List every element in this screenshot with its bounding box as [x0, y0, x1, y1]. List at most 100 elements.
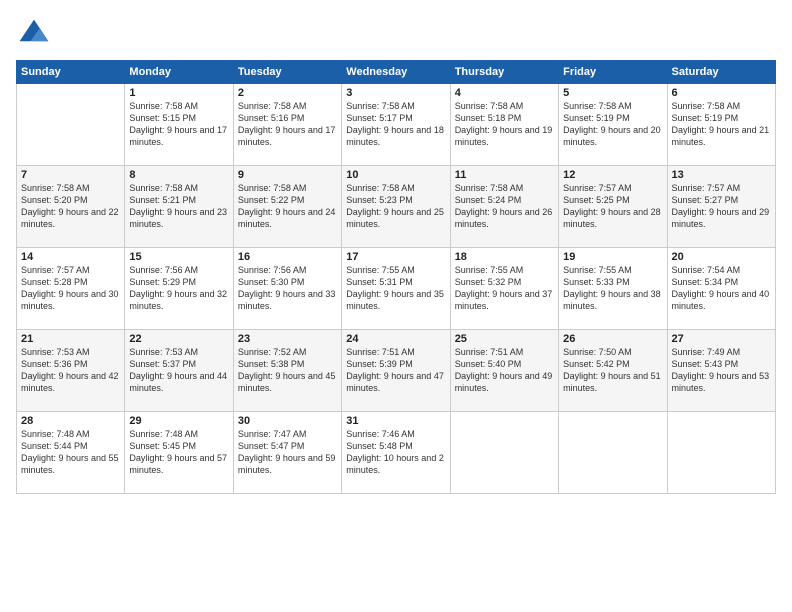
day-info: Sunrise: 7:57 AMSunset: 5:28 PMDaylight:…	[21, 264, 120, 313]
day-info: Sunrise: 7:58 AMSunset: 5:15 PMDaylight:…	[129, 100, 228, 149]
day-number: 28	[21, 415, 120, 427]
day-cell: 30 Sunrise: 7:47 AMSunset: 5:47 PMDaylig…	[233, 412, 341, 494]
day-info: Sunrise: 7:47 AMSunset: 5:47 PMDaylight:…	[238, 428, 337, 477]
day-cell: 10 Sunrise: 7:58 AMSunset: 5:23 PMDaylig…	[342, 166, 450, 248]
weekday-header-sunday: Sunday	[17, 61, 125, 84]
day-number: 22	[129, 333, 228, 345]
day-info: Sunrise: 7:58 AMSunset: 5:18 PMDaylight:…	[455, 100, 554, 149]
day-info: Sunrise: 7:56 AMSunset: 5:30 PMDaylight:…	[238, 264, 337, 313]
calendar-table: SundayMondayTuesdayWednesdayThursdayFrid…	[16, 60, 776, 494]
day-info: Sunrise: 7:57 AMSunset: 5:25 PMDaylight:…	[563, 182, 662, 231]
day-number: 16	[238, 251, 337, 263]
day-info: Sunrise: 7:52 AMSunset: 5:38 PMDaylight:…	[238, 346, 337, 395]
day-info: Sunrise: 7:58 AMSunset: 5:19 PMDaylight:…	[563, 100, 662, 149]
day-number: 29	[129, 415, 228, 427]
day-number: 23	[238, 333, 337, 345]
day-cell: 5 Sunrise: 7:58 AMSunset: 5:19 PMDayligh…	[559, 84, 667, 166]
day-cell: 26 Sunrise: 7:50 AMSunset: 5:42 PMDaylig…	[559, 330, 667, 412]
day-number: 2	[238, 87, 337, 99]
day-number: 10	[346, 169, 445, 181]
week-row-4: 21 Sunrise: 7:53 AMSunset: 5:36 PMDaylig…	[17, 330, 776, 412]
day-cell: 24 Sunrise: 7:51 AMSunset: 5:39 PMDaylig…	[342, 330, 450, 412]
day-info: Sunrise: 7:51 AMSunset: 5:40 PMDaylight:…	[455, 346, 554, 395]
day-number: 24	[346, 333, 445, 345]
day-cell: 1 Sunrise: 7:58 AMSunset: 5:15 PMDayligh…	[125, 84, 233, 166]
day-cell	[17, 84, 125, 166]
day-cell: 12 Sunrise: 7:57 AMSunset: 5:25 PMDaylig…	[559, 166, 667, 248]
day-info: Sunrise: 7:57 AMSunset: 5:27 PMDaylight:…	[672, 182, 771, 231]
weekday-header-wednesday: Wednesday	[342, 61, 450, 84]
day-number: 14	[21, 251, 120, 263]
day-number: 6	[672, 87, 771, 99]
day-info: Sunrise: 7:46 AMSunset: 5:48 PMDaylight:…	[346, 428, 445, 477]
page: SundayMondayTuesdayWednesdayThursdayFrid…	[0, 0, 792, 612]
day-info: Sunrise: 7:58 AMSunset: 5:16 PMDaylight:…	[238, 100, 337, 149]
day-number: 17	[346, 251, 445, 263]
weekday-header-row: SundayMondayTuesdayWednesdayThursdayFrid…	[17, 61, 776, 84]
day-cell: 11 Sunrise: 7:58 AMSunset: 5:24 PMDaylig…	[450, 166, 558, 248]
day-cell: 23 Sunrise: 7:52 AMSunset: 5:38 PMDaylig…	[233, 330, 341, 412]
day-number: 26	[563, 333, 662, 345]
day-number: 8	[129, 169, 228, 181]
day-cell: 31 Sunrise: 7:46 AMSunset: 5:48 PMDaylig…	[342, 412, 450, 494]
day-info: Sunrise: 7:55 AMSunset: 5:32 PMDaylight:…	[455, 264, 554, 313]
weekday-header-saturday: Saturday	[667, 61, 775, 84]
day-info: Sunrise: 7:53 AMSunset: 5:36 PMDaylight:…	[21, 346, 120, 395]
day-number: 19	[563, 251, 662, 263]
day-cell: 21 Sunrise: 7:53 AMSunset: 5:36 PMDaylig…	[17, 330, 125, 412]
day-number: 9	[238, 169, 337, 181]
day-cell: 18 Sunrise: 7:55 AMSunset: 5:32 PMDaylig…	[450, 248, 558, 330]
day-info: Sunrise: 7:58 AMSunset: 5:22 PMDaylight:…	[238, 182, 337, 231]
day-cell: 3 Sunrise: 7:58 AMSunset: 5:17 PMDayligh…	[342, 84, 450, 166]
day-cell: 14 Sunrise: 7:57 AMSunset: 5:28 PMDaylig…	[17, 248, 125, 330]
day-cell: 17 Sunrise: 7:55 AMSunset: 5:31 PMDaylig…	[342, 248, 450, 330]
day-cell	[559, 412, 667, 494]
week-row-3: 14 Sunrise: 7:57 AMSunset: 5:28 PMDaylig…	[17, 248, 776, 330]
day-cell: 15 Sunrise: 7:56 AMSunset: 5:29 PMDaylig…	[125, 248, 233, 330]
day-number: 31	[346, 415, 445, 427]
day-info: Sunrise: 7:58 AMSunset: 5:24 PMDaylight:…	[455, 182, 554, 231]
day-number: 18	[455, 251, 554, 263]
day-cell: 13 Sunrise: 7:57 AMSunset: 5:27 PMDaylig…	[667, 166, 775, 248]
day-number: 11	[455, 169, 554, 181]
weekday-header-thursday: Thursday	[450, 61, 558, 84]
day-info: Sunrise: 7:51 AMSunset: 5:39 PMDaylight:…	[346, 346, 445, 395]
weekday-header-friday: Friday	[559, 61, 667, 84]
day-cell: 22 Sunrise: 7:53 AMSunset: 5:37 PMDaylig…	[125, 330, 233, 412]
header	[16, 16, 776, 52]
day-info: Sunrise: 7:48 AMSunset: 5:44 PMDaylight:…	[21, 428, 120, 477]
day-info: Sunrise: 7:54 AMSunset: 5:34 PMDaylight:…	[672, 264, 771, 313]
day-cell: 19 Sunrise: 7:55 AMSunset: 5:33 PMDaylig…	[559, 248, 667, 330]
day-info: Sunrise: 7:56 AMSunset: 5:29 PMDaylight:…	[129, 264, 228, 313]
day-number: 7	[21, 169, 120, 181]
day-cell: 4 Sunrise: 7:58 AMSunset: 5:18 PMDayligh…	[450, 84, 558, 166]
logo	[16, 16, 56, 52]
day-number: 15	[129, 251, 228, 263]
day-number: 5	[563, 87, 662, 99]
weekday-header-tuesday: Tuesday	[233, 61, 341, 84]
week-row-1: 1 Sunrise: 7:58 AMSunset: 5:15 PMDayligh…	[17, 84, 776, 166]
weekday-header-monday: Monday	[125, 61, 233, 84]
day-cell: 28 Sunrise: 7:48 AMSunset: 5:44 PMDaylig…	[17, 412, 125, 494]
day-cell: 25 Sunrise: 7:51 AMSunset: 5:40 PMDaylig…	[450, 330, 558, 412]
day-cell: 29 Sunrise: 7:48 AMSunset: 5:45 PMDaylig…	[125, 412, 233, 494]
day-info: Sunrise: 7:58 AMSunset: 5:21 PMDaylight:…	[129, 182, 228, 231]
day-info: Sunrise: 7:58 AMSunset: 5:23 PMDaylight:…	[346, 182, 445, 231]
day-number: 27	[672, 333, 771, 345]
day-number: 12	[563, 169, 662, 181]
day-number: 20	[672, 251, 771, 263]
day-info: Sunrise: 7:53 AMSunset: 5:37 PMDaylight:…	[129, 346, 228, 395]
day-cell: 20 Sunrise: 7:54 AMSunset: 5:34 PMDaylig…	[667, 248, 775, 330]
day-info: Sunrise: 7:49 AMSunset: 5:43 PMDaylight:…	[672, 346, 771, 395]
day-number: 30	[238, 415, 337, 427]
day-cell: 7 Sunrise: 7:58 AMSunset: 5:20 PMDayligh…	[17, 166, 125, 248]
day-cell	[450, 412, 558, 494]
day-info: Sunrise: 7:58 AMSunset: 5:19 PMDaylight:…	[672, 100, 771, 149]
day-cell: 9 Sunrise: 7:58 AMSunset: 5:22 PMDayligh…	[233, 166, 341, 248]
week-row-2: 7 Sunrise: 7:58 AMSunset: 5:20 PMDayligh…	[17, 166, 776, 248]
day-number: 3	[346, 87, 445, 99]
day-info: Sunrise: 7:55 AMSunset: 5:33 PMDaylight:…	[563, 264, 662, 313]
day-cell: 8 Sunrise: 7:58 AMSunset: 5:21 PMDayligh…	[125, 166, 233, 248]
day-info: Sunrise: 7:58 AMSunset: 5:20 PMDaylight:…	[21, 182, 120, 231]
day-info: Sunrise: 7:55 AMSunset: 5:31 PMDaylight:…	[346, 264, 445, 313]
